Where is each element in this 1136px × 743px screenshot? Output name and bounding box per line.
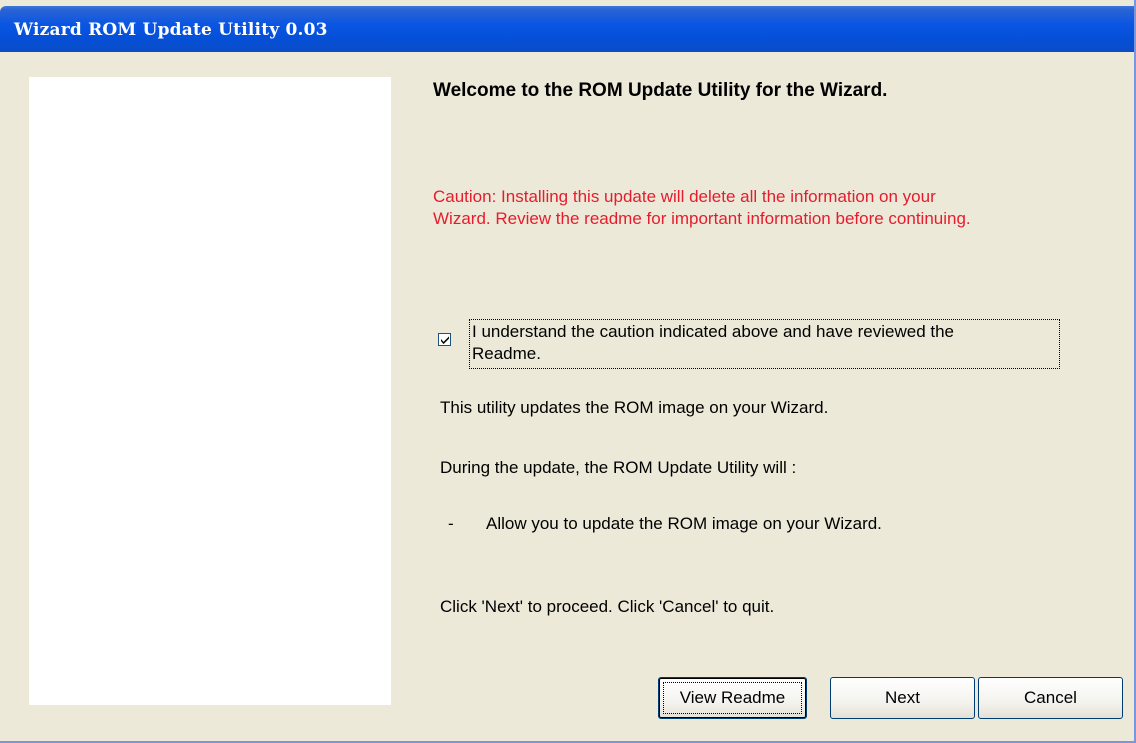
focus-ring bbox=[663, 682, 802, 714]
description-text: This utility updates the ROM image on yo… bbox=[440, 398, 829, 417]
acknowledge-checkbox[interactable] bbox=[438, 333, 451, 346]
checkbox-label-line-2: Readme. bbox=[472, 344, 541, 363]
welcome-heading: Welcome to the ROM Update Utility for th… bbox=[433, 80, 888, 101]
check-icon bbox=[441, 336, 449, 344]
caution-line-1: Caution: Installing this update will del… bbox=[433, 187, 936, 206]
caution-text: Caution: Installing this update will del… bbox=[433, 186, 1113, 230]
instructions-text: Click 'Next' to proceed. Click 'Cancel' … bbox=[440, 597, 775, 616]
bullet-item-text: Allow you to update the ROM image on you… bbox=[486, 514, 882, 533]
title-bar[interactable]: Wizard ROM Update Utility 0.03 bbox=[0, 6, 1134, 52]
during-update-text: During the update, the ROM Update Utilit… bbox=[440, 458, 797, 477]
cancel-label: Cancel bbox=[1024, 688, 1077, 707]
cancel-button[interactable]: Cancel bbox=[978, 677, 1123, 719]
acknowledge-checkbox-label[interactable]: I understand the caution indicated above… bbox=[469, 319, 1060, 369]
window-title: Wizard ROM Update Utility 0.03 bbox=[14, 20, 328, 40]
next-button[interactable]: Next bbox=[830, 677, 975, 719]
next-label: Next bbox=[885, 688, 920, 707]
side-image-panel bbox=[29, 77, 391, 705]
bullet-dash: - bbox=[448, 514, 454, 533]
checkbox-label-line-1: I understand the caution indicated above… bbox=[472, 322, 955, 341]
view-readme-button[interactable]: View Readme bbox=[658, 677, 807, 719]
acknowledge-checkbox-row[interactable]: I understand the caution indicated above… bbox=[437, 319, 1077, 371]
dialog-window: Wizard ROM Update Utility 0.03 Welcome t… bbox=[0, 0, 1136, 743]
caution-line-2: Wizard. Review the readme for important … bbox=[433, 209, 971, 228]
